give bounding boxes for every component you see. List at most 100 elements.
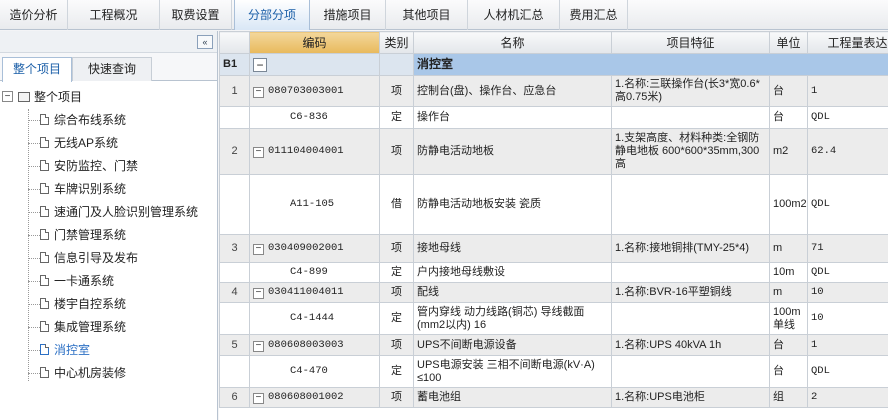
row-feature[interactable] bbox=[611, 106, 770, 129]
row-unit[interactable]: 台 bbox=[769, 106, 808, 129]
row-feature[interactable] bbox=[611, 262, 770, 283]
row-feature[interactable]: 1.名称:UPS 40kVA 1h bbox=[611, 334, 770, 356]
tree-item-cabling[interactable]: 综合布线系统 bbox=[40, 109, 126, 132]
row-feature[interactable] bbox=[611, 302, 770, 335]
row-expr[interactable]: QDL bbox=[807, 174, 888, 235]
tree-item-one-card[interactable]: 一卡通系统 bbox=[40, 270, 114, 293]
row-code[interactable]: −030409002001 bbox=[249, 234, 380, 263]
row-code[interactable]: −011104004001 bbox=[249, 128, 380, 175]
table-row[interactable]: 4 −030411004011 项 配线 1.名称:BVR-16平塑铜线 m 1… bbox=[219, 282, 888, 303]
row-name[interactable]: 防静电活动地板 bbox=[413, 128, 612, 175]
row-code[interactable]: A11-105 bbox=[249, 174, 380, 235]
tree-item-building-automation[interactable]: 楼宇自控系统 bbox=[40, 293, 126, 316]
collapse-row-icon[interactable]: − bbox=[253, 393, 264, 404]
row-feature[interactable] bbox=[611, 174, 770, 235]
row-unit[interactable]: 100m2 bbox=[769, 174, 808, 235]
tab-labor-material-summary[interactable]: 人材机汇总 bbox=[468, 0, 560, 30]
row-unit[interactable]: 组 bbox=[769, 387, 808, 408]
table-row[interactable]: 5 −080608003003 项 UPS不间断电源设备 1.名称:UPS 40… bbox=[219, 334, 888, 356]
tree-root[interactable]: 整个项目 bbox=[18, 85, 82, 109]
row-code[interactable]: C4-899 bbox=[249, 262, 380, 283]
row-feature[interactable]: 1.名称:BVR-16平塑铜线 bbox=[611, 282, 770, 303]
row-expr[interactable]: 71 bbox=[807, 234, 888, 263]
collapse-row-icon[interactable]: − bbox=[253, 244, 264, 255]
row-name[interactable]: UPS不间断电源设备 bbox=[413, 334, 612, 356]
tree-item-wireless-ap[interactable]: 无线AP系统 bbox=[40, 132, 118, 155]
row-expr[interactable]: 2 bbox=[807, 387, 888, 408]
tab-other-items[interactable]: 其他项目 bbox=[386, 0, 468, 30]
expand-root-icon[interactable]: − bbox=[2, 91, 13, 102]
row-name[interactable]: 配线 bbox=[413, 282, 612, 303]
header-category[interactable]: 类别 bbox=[379, 31, 414, 54]
row-feature[interactable]: 1.名称:接地铜排(TMY-25*4) bbox=[611, 234, 770, 263]
row-code[interactable]: −080608003003 bbox=[249, 334, 380, 356]
header-feature[interactable]: 项目特征 bbox=[611, 31, 770, 54]
collapse-row-icon[interactable]: − bbox=[253, 288, 264, 299]
tab-cost-analysis[interactable]: 造价分析 bbox=[0, 0, 68, 30]
row-unit[interactable]: 台 bbox=[769, 75, 808, 107]
row-unit[interactable]: m2 bbox=[769, 128, 808, 175]
tree-item-integration[interactable]: 集成管理系统 bbox=[40, 316, 126, 339]
table-row[interactable]: A11-105 借 防静电活动地板安装 瓷质 100m2 QDL bbox=[219, 174, 888, 235]
table-row[interactable]: 1 −080703003001 项 控制台(盘)、操作台、应急台 1.名称:三联… bbox=[219, 75, 888, 107]
tree-item-data-center[interactable]: 中心机房装修 bbox=[40, 362, 126, 385]
row-unit[interactable]: 10m bbox=[769, 262, 808, 283]
table-row[interactable]: 2 −011104004001 项 防静电活动地板 1.支架高度、材料种类:全钢… bbox=[219, 128, 888, 175]
row-code[interactable]: −030411004011 bbox=[249, 282, 380, 303]
row-name[interactable]: 蓄电池组 bbox=[413, 387, 612, 408]
row-unit[interactable]: 台 bbox=[769, 355, 808, 388]
row-name[interactable]: 操作台 bbox=[413, 106, 612, 129]
row-name[interactable]: UPS电源安装 三相不间断电源(kV·A) ≤100 bbox=[413, 355, 612, 388]
row-expr[interactable]: QDL bbox=[807, 106, 888, 129]
row-expr[interactable]: 1 bbox=[807, 334, 888, 356]
row-name[interactable]: 防静电活动地板安装 瓷质 bbox=[413, 174, 612, 235]
tab-fee-summary[interactable]: 费用汇总 bbox=[560, 0, 628, 30]
header-code[interactable]: 编码 bbox=[249, 31, 380, 54]
collapse-row-icon[interactable]: − bbox=[253, 86, 264, 98]
row-expr[interactable]: 1 bbox=[807, 75, 888, 107]
tab-whole-project[interactable]: 整个项目 bbox=[2, 57, 72, 82]
header-name[interactable]: 名称 bbox=[413, 31, 612, 54]
row-unit[interactable]: m bbox=[769, 234, 808, 263]
collapse-panel-button[interactable]: « bbox=[197, 35, 213, 49]
tree-item-fire-control-room[interactable]: 消控室 bbox=[40, 339, 90, 362]
row-expr[interactable]: 62.4 bbox=[807, 128, 888, 175]
tree-item-security[interactable]: 安防监控、门禁 bbox=[40, 155, 138, 178]
row-feature[interactable]: 1.名称:UPS电池柜 bbox=[611, 387, 770, 408]
row-code[interactable]: −080608001002 bbox=[249, 387, 380, 408]
collapse-group-icon[interactable]: − bbox=[253, 57, 267, 72]
collapse-row-icon[interactable]: − bbox=[253, 340, 264, 352]
table-row[interactable]: C4-470 定 UPS电源安装 三相不间断电源(kV·A) ≤100 台 QD… bbox=[219, 355, 888, 388]
row-code[interactable]: C4-470 bbox=[249, 355, 380, 388]
tree-item-access-control[interactable]: 门禁管理系统 bbox=[40, 224, 126, 247]
row-expr[interactable]: 10 bbox=[807, 282, 888, 303]
row-expr[interactable]: QDL bbox=[807, 262, 888, 283]
row-expr[interactable]: QDL bbox=[807, 355, 888, 388]
group-expander-cell[interactable]: − bbox=[249, 53, 380, 76]
row-name[interactable]: 管内穿线 动力线路(铜芯) 导线截面(mm2以内) 16 bbox=[413, 302, 612, 335]
tab-quick-search[interactable]: 快速查询 bbox=[72, 57, 152, 81]
row-unit[interactable]: 100m单线 bbox=[769, 302, 808, 335]
tree-item-speed-gate[interactable]: 速通门及人脸识别管理系统 bbox=[40, 201, 198, 224]
row-name[interactable]: 控制台(盘)、操作台、应急台 bbox=[413, 75, 612, 107]
row-name[interactable]: 户内接地母线敷设 bbox=[413, 262, 612, 283]
tree-item-plate-recognition[interactable]: 车牌识别系统 bbox=[40, 178, 126, 201]
tree-item-info-guide[interactable]: 信息引导及发布 bbox=[40, 247, 138, 270]
table-row[interactable]: C4-1444 定 管内穿线 动力线路(铜芯) 导线截面(mm2以内) 16 1… bbox=[219, 302, 888, 335]
row-expr[interactable]: 10 bbox=[807, 302, 888, 335]
row-feature[interactable]: 1.支架高度、材料种类:全钢防静电地板 600*600*35mm,300高 bbox=[611, 128, 770, 175]
tab-fee-settings[interactable]: 取费设置 bbox=[160, 0, 232, 30]
header-unit[interactable]: 单位 bbox=[769, 31, 808, 54]
table-row[interactable]: 3 −030409002001 项 接地母线 1.名称:接地铜排(TMY-25*… bbox=[219, 234, 888, 263]
table-row[interactable]: C6-836 定 操作台 台 QDL bbox=[219, 106, 888, 129]
collapse-row-icon[interactable]: − bbox=[253, 147, 264, 158]
tab-measure-items[interactable]: 措施项目 bbox=[310, 0, 386, 30]
row-unit[interactable]: 台 bbox=[769, 334, 808, 356]
row-code[interactable]: C6-836 bbox=[249, 106, 380, 129]
header-quantity-expr[interactable]: 工程量表达式 bbox=[807, 31, 888, 54]
tab-sub-items[interactable]: 分部分项 bbox=[234, 0, 310, 30]
row-feature[interactable]: 1.名称:三联操作台(长3*宽0.6*高0.75米) bbox=[611, 75, 770, 107]
group-row[interactable]: B1 − 消控室 bbox=[219, 53, 888, 76]
row-code[interactable]: −080703003001 bbox=[249, 75, 380, 107]
row-feature[interactable] bbox=[611, 355, 770, 388]
